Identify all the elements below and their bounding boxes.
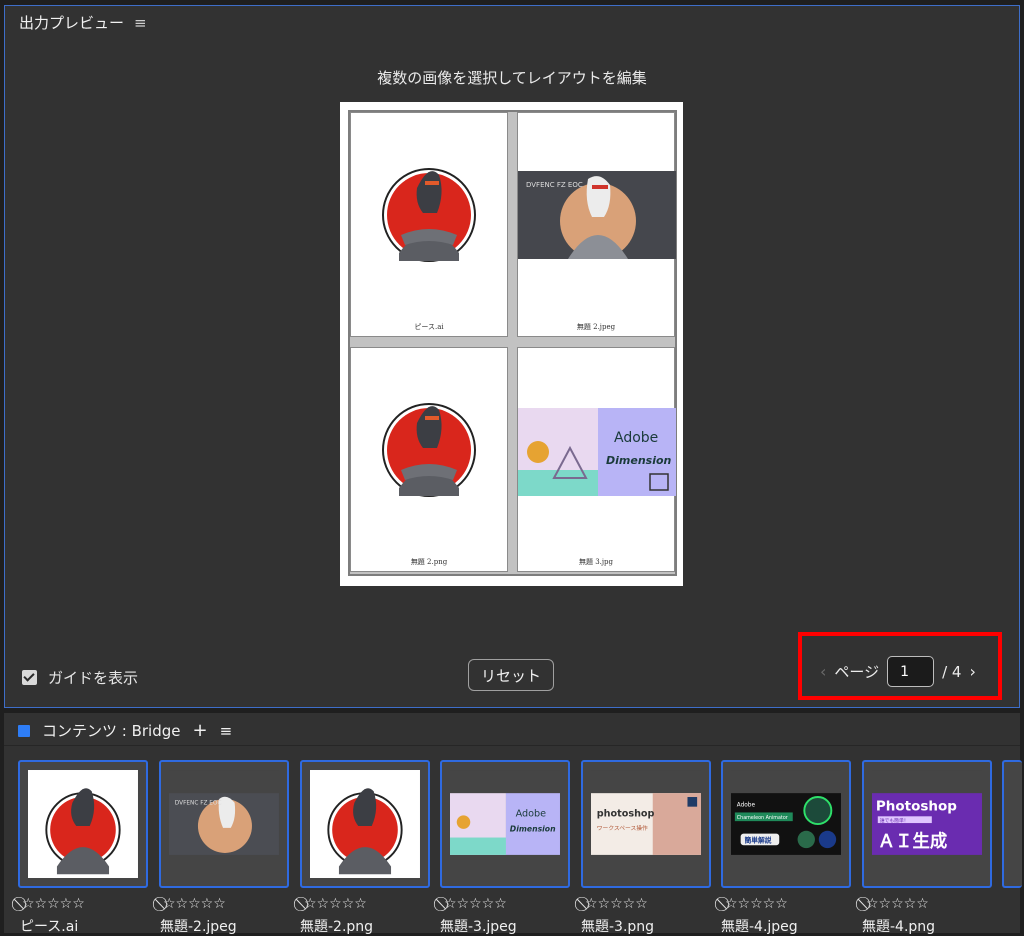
content-thumbnail[interactable]: DVFENC FZ EOC [159,760,289,888]
svg-text:DVFENC FZ EOC: DVFENC FZ EOC [175,801,222,807]
rating-stars[interactable]: ⃠☆☆☆☆☆ [444,896,507,912]
svg-text:ＡＩ生成: ＡＩ生成 [878,831,947,852]
layout-cell[interactable]: DVFENC FZ EOC 無題 2.jpeg [517,112,676,337]
svg-text:Adobe: Adobe [737,803,756,809]
cell-label: 無題 2.png [410,558,448,566]
rating-stars[interactable]: ⃠☆☆☆☆☆ [163,896,226,912]
horse-banner-icon: DVFENC FZ EOC [518,171,676,259]
rating-stars[interactable]: ⃠☆☆☆☆☆ [585,896,648,912]
chameleon-animator-icon: Adobe Chameleon Animator 簡単解説 [731,770,841,879]
svg-text:photoshop: photoshop [597,808,655,819]
panel-menu-icon[interactable]: ≡ [134,14,147,32]
rating-stars[interactable]: ⃠☆☆☆☆☆ [22,896,85,912]
rating-stars[interactable]: ⃠☆☆☆☆☆ [725,896,788,912]
cell-label: ピース.ai [414,323,444,331]
reset-button[interactable]: リセット [468,659,554,691]
svg-text:Adobe: Adobe [516,808,547,819]
thumbnail-name: 無題-3.jpeg [440,919,517,935]
show-guides-label: ガイドを表示 [48,669,139,687]
next-page-icon[interactable]: › [969,662,975,681]
svg-text:DVFENC FZ EOC: DVFENC FZ EOC [526,181,583,189]
thumbnail-name: 無題-2.png [300,919,374,935]
layout-cell[interactable]: ピース.ai [350,112,508,337]
horse-illustration-icon [382,403,476,497]
svg-text:Dimension: Dimension [510,825,556,834]
svg-text:Photoshop: Photoshop [876,799,957,815]
content-panel-title: コンテンツ : Bridge [42,722,181,740]
show-guides-checkbox[interactable] [22,670,37,685]
panel-color-icon [18,724,30,737]
thumbnail-name: 無題-4.jpeg [721,919,798,935]
rating-stars[interactable]: ⃠☆☆☆☆☆ [866,896,929,912]
content-panel-header: コンテンツ : Bridge + ≡ [18,720,232,741]
thumbnail-name: 無題-4.png [862,919,936,935]
preview-heading: 複数の画像を選択してレイアウトを編集 [377,69,647,87]
content-thumbnail[interactable] [300,760,430,888]
svg-text:簡単解説: 簡単解説 [744,835,772,844]
svg-text:ワークスペース操作: ワークスペース操作 [597,824,648,832]
content-thumbnail[interactable]: Adobe Dimension [440,760,570,888]
thumbnail-name: ピース.ai [20,919,79,935]
svg-text:誰でも簡単！: 誰でも簡単！ [880,817,909,824]
preview-panel-header: 出力プレビュー ≡ [19,12,147,33]
svg-text:Dimension: Dimension [606,454,672,467]
horse-illustration-icon [28,770,138,879]
show-guides-toggle[interactable]: ガイドを表示 [22,667,138,688]
page-label: ページ [834,663,880,681]
thumbnail-name: 無題-3.png [581,919,655,935]
svg-text:Chameleon Animator: Chameleon Animator [737,815,788,821]
photoshop-workspace-icon: photoshop ワークスペース操作 [591,770,701,879]
svg-text:Adobe: Adobe [614,430,658,446]
prev-page-icon[interactable]: ‹ [820,662,826,681]
rating-stars[interactable]: ⃠☆☆☆☆☆ [304,896,367,912]
cell-label: 無題 3.jpg [578,558,614,566]
content-panel: コンテンツ : Bridge + ≡ ⃠☆☆☆☆☆ ピース.ai DVFENC … [4,713,1022,935]
page-total: / 4 [942,662,962,681]
panel-menu-icon[interactable]: ≡ [220,722,233,740]
content-thumbnail[interactable] [1002,760,1022,888]
page-preview: ピース.ai DVFENC FZ EOC 無題 2.jpeg 無題 2.png … [340,102,683,586]
layout-grid: ピース.ai DVFENC FZ EOC 無題 2.jpeg 無題 2.png … [348,110,677,576]
content-thumbnail[interactable]: photoshop ワークスペース操作 [581,760,711,888]
horse-illustration-icon [310,770,420,879]
horse-illustration-icon [382,168,476,262]
dimension-banner-icon: Adobe Dimension [518,408,676,496]
page-number-input[interactable] [887,656,935,687]
preview-panel-title: 出力プレビュー [19,14,125,32]
dimension-banner-icon: Adobe Dimension [450,770,560,879]
thumbnail-name: 無題-2.jpeg [160,919,237,935]
layout-cell[interactable]: 無題 2.png [350,347,508,572]
add-icon[interactable]: + [193,720,208,741]
layout-cell[interactable]: Adobe Dimension 無題 3.jpg [517,347,676,572]
cell-label: 無題 2.jpeg [576,323,616,331]
content-thumbnail[interactable]: Photoshop 誰でも簡単！ ＡＩ生成 [862,760,992,888]
divider [4,745,1020,746]
content-thumbnail[interactable]: Adobe Chameleon Animator 簡単解説 [721,760,851,888]
horse-banner-icon: DVFENC FZ EOC [169,770,279,879]
photoshop-ai-icon: Photoshop 誰でも簡単！ ＡＩ生成 [872,770,982,879]
output-preview-panel: 出力プレビュー ≡ 複数の画像を選択してレイアウトを編集 ピース.ai DVFE… [4,5,1020,708]
page-navigator: ‹ ページ / 4 › [820,656,976,687]
content-thumbnail[interactable] [18,760,148,888]
